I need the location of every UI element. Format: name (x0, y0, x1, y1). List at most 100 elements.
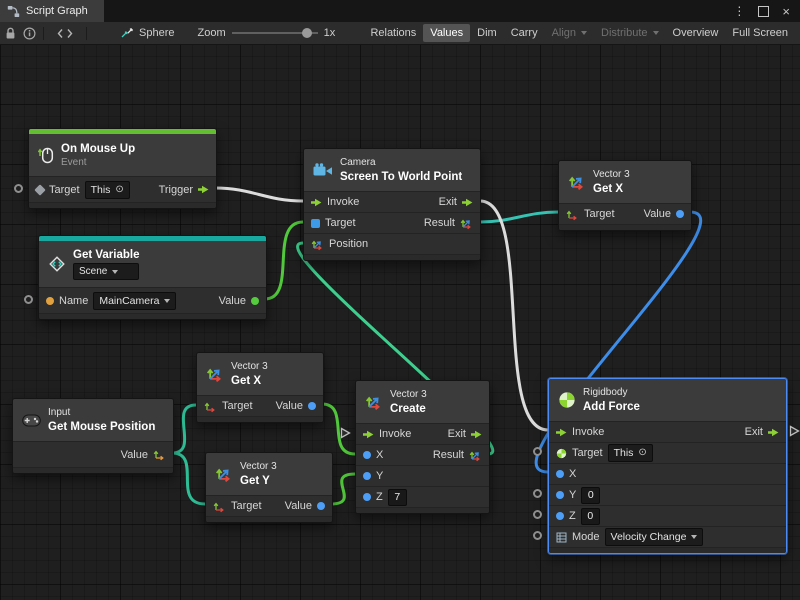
current-graph-group: Sphere (120, 27, 174, 39)
object-picker-icon[interactable]: ⊙ (638, 448, 646, 458)
dropdown-caret-icon (653, 31, 659, 35)
toolbar-button-full-screen[interactable]: Full Screen (725, 24, 795, 42)
z-input-field[interactable]: 0 (581, 508, 600, 525)
node-get-variable[interactable]: Get Variable Scene Name MainCamera (38, 235, 267, 320)
node-get-mouse-position[interactable]: Input Get Mouse Position Value (12, 398, 174, 474)
zoom-label: Zoom (197, 27, 225, 39)
node-on-mouse-up[interactable]: On Mouse Up Event Target This ⊙ Trigger (28, 128, 217, 209)
z-input-field[interactable]: 7 (388, 489, 407, 506)
toolbar-button-distribute[interactable]: Distribute (594, 24, 665, 42)
float-port-icon[interactable] (556, 512, 564, 520)
float-port-icon[interactable] (556, 491, 564, 499)
rigidbody-port-icon[interactable] (556, 448, 567, 459)
flow-arrow-icon[interactable] (556, 428, 567, 437)
string-port-icon[interactable] (46, 297, 54, 305)
flow-port-triangle[interactable] (340, 427, 351, 439)
close-icon[interactable]: × (782, 4, 790, 19)
port-label-y: Y (569, 489, 576, 501)
toolbar-button-dim[interactable]: Dim (470, 24, 504, 42)
float-port-icon[interactable] (363, 451, 371, 459)
flow-arrow-icon[interactable] (363, 430, 374, 439)
vector3-port-icon[interactable] (469, 449, 482, 462)
vector3-port-icon[interactable] (213, 500, 226, 513)
unconnected-port-circle[interactable] (533, 510, 542, 519)
vector3-port-icon[interactable] (460, 217, 473, 230)
variable-name-dropdown[interactable]: MainCamera (93, 292, 176, 310)
code-view-icon[interactable] (57, 28, 73, 39)
node-footer (197, 416, 323, 422)
port-row-target: Target This ⊙ (549, 442, 786, 463)
node-vector3-get-y[interactable]: Vector 3 Get Y Target Value (205, 452, 333, 523)
float-port-icon[interactable] (363, 493, 371, 501)
node-subtitle: Event (61, 157, 135, 169)
node-vector3-get-x-a[interactable]: Vector 3 Get X Target Value (558, 160, 692, 231)
port-row-y: Y 0 (549, 484, 786, 505)
zoom-value: 1x (324, 27, 336, 39)
port-row-mode: Mode Velocity Change (549, 526, 786, 547)
mode-dropdown[interactable]: Velocity Change (605, 528, 704, 546)
vector3-port-icon[interactable] (153, 448, 166, 461)
node-title: Screen To World Point (340, 170, 462, 184)
zoom-slider-handle[interactable] (302, 28, 312, 38)
gamepad-icon (22, 414, 41, 427)
float-port-icon[interactable] (317, 502, 325, 510)
object-picker-icon[interactable]: ⊙ (115, 185, 123, 195)
lock-icon[interactable] (5, 27, 16, 40)
flow-port-triangle[interactable] (789, 425, 800, 437)
port-row-y: Y (356, 465, 489, 486)
port-label-exit: Exit (745, 426, 763, 438)
target-this-chip[interactable]: This ⊙ (85, 181, 130, 199)
float-port-icon[interactable] (363, 472, 371, 480)
port-label-x: X (569, 468, 576, 480)
node-vector3-create[interactable]: Vector 3 Create Invoke Exit X (355, 380, 490, 514)
info-icon[interactable] (23, 27, 36, 40)
target-this-chip[interactable]: This ⊙ (608, 444, 653, 462)
graph-name-label: Sphere (139, 27, 174, 39)
port-row-target-value: Target Value (206, 495, 332, 516)
toolbar-button-relations[interactable]: Relations (363, 24, 423, 42)
port-label-position: Position (329, 238, 368, 250)
object-port-icon[interactable] (251, 297, 259, 305)
camera-port-icon[interactable] (311, 219, 320, 228)
vector3-port-icon[interactable] (204, 400, 217, 413)
toolbar-button-values[interactable]: Values (423, 24, 470, 42)
float-port-icon[interactable] (308, 402, 316, 410)
float-port-icon[interactable] (556, 470, 564, 478)
node-rigidbody-add-force[interactable]: Rigidbody Add Force Invoke Exit (548, 378, 787, 554)
unconnected-port-circle[interactable] (533, 531, 542, 540)
node-type-label: Vector 3 (390, 389, 427, 401)
flow-arrow-icon[interactable] (198, 185, 209, 194)
tab-script-graph[interactable]: Script Graph (0, 0, 104, 22)
flow-arrow-icon[interactable] (311, 198, 322, 207)
node-vector3-get-x-b[interactable]: Vector 3 Get X Target Value (196, 352, 324, 423)
enum-port-icon[interactable] (556, 532, 567, 543)
toolbar-button-overview[interactable]: Overview (666, 24, 726, 42)
unconnected-port-circle[interactable] (24, 295, 33, 304)
variable-scope-dropdown[interactable]: Scene (73, 263, 139, 280)
unconnected-port-circle[interactable] (533, 489, 542, 498)
float-port-icon[interactable] (676, 210, 684, 218)
port-row-target-value: Target Value (559, 203, 691, 224)
flow-arrow-icon[interactable] (768, 428, 779, 437)
unconnected-port-circle[interactable] (533, 447, 542, 456)
vector3-port-icon[interactable] (566, 208, 579, 221)
mouse-icon (38, 146, 54, 164)
vector3-port-icon[interactable] (311, 238, 324, 251)
unconnected-port-circle[interactable] (14, 184, 23, 193)
node-type-label: Vector 3 (593, 169, 630, 181)
node-title: Create (390, 402, 427, 416)
toolbar-button-align[interactable]: Align (545, 24, 594, 42)
window-menu-icon[interactable]: ⋮ (733, 4, 745, 18)
port-row-value: Value (13, 441, 173, 467)
script-graph-icon (7, 5, 20, 18)
toolbar-button-carry[interactable]: Carry (504, 24, 545, 42)
port-row-target-result: Target Result (304, 212, 480, 233)
node-screen-to-world-point[interactable]: Camera Screen To World Point Invoke Exit… (303, 148, 481, 261)
flow-arrow-icon[interactable] (471, 430, 482, 439)
y-input-field[interactable]: 0 (581, 487, 600, 504)
node-footer (39, 313, 266, 319)
flow-arrow-icon[interactable] (462, 198, 473, 207)
dropdown-caret-icon (164, 299, 170, 303)
zoom-slider[interactable] (232, 26, 318, 40)
maximize-icon[interactable] (758, 6, 769, 17)
